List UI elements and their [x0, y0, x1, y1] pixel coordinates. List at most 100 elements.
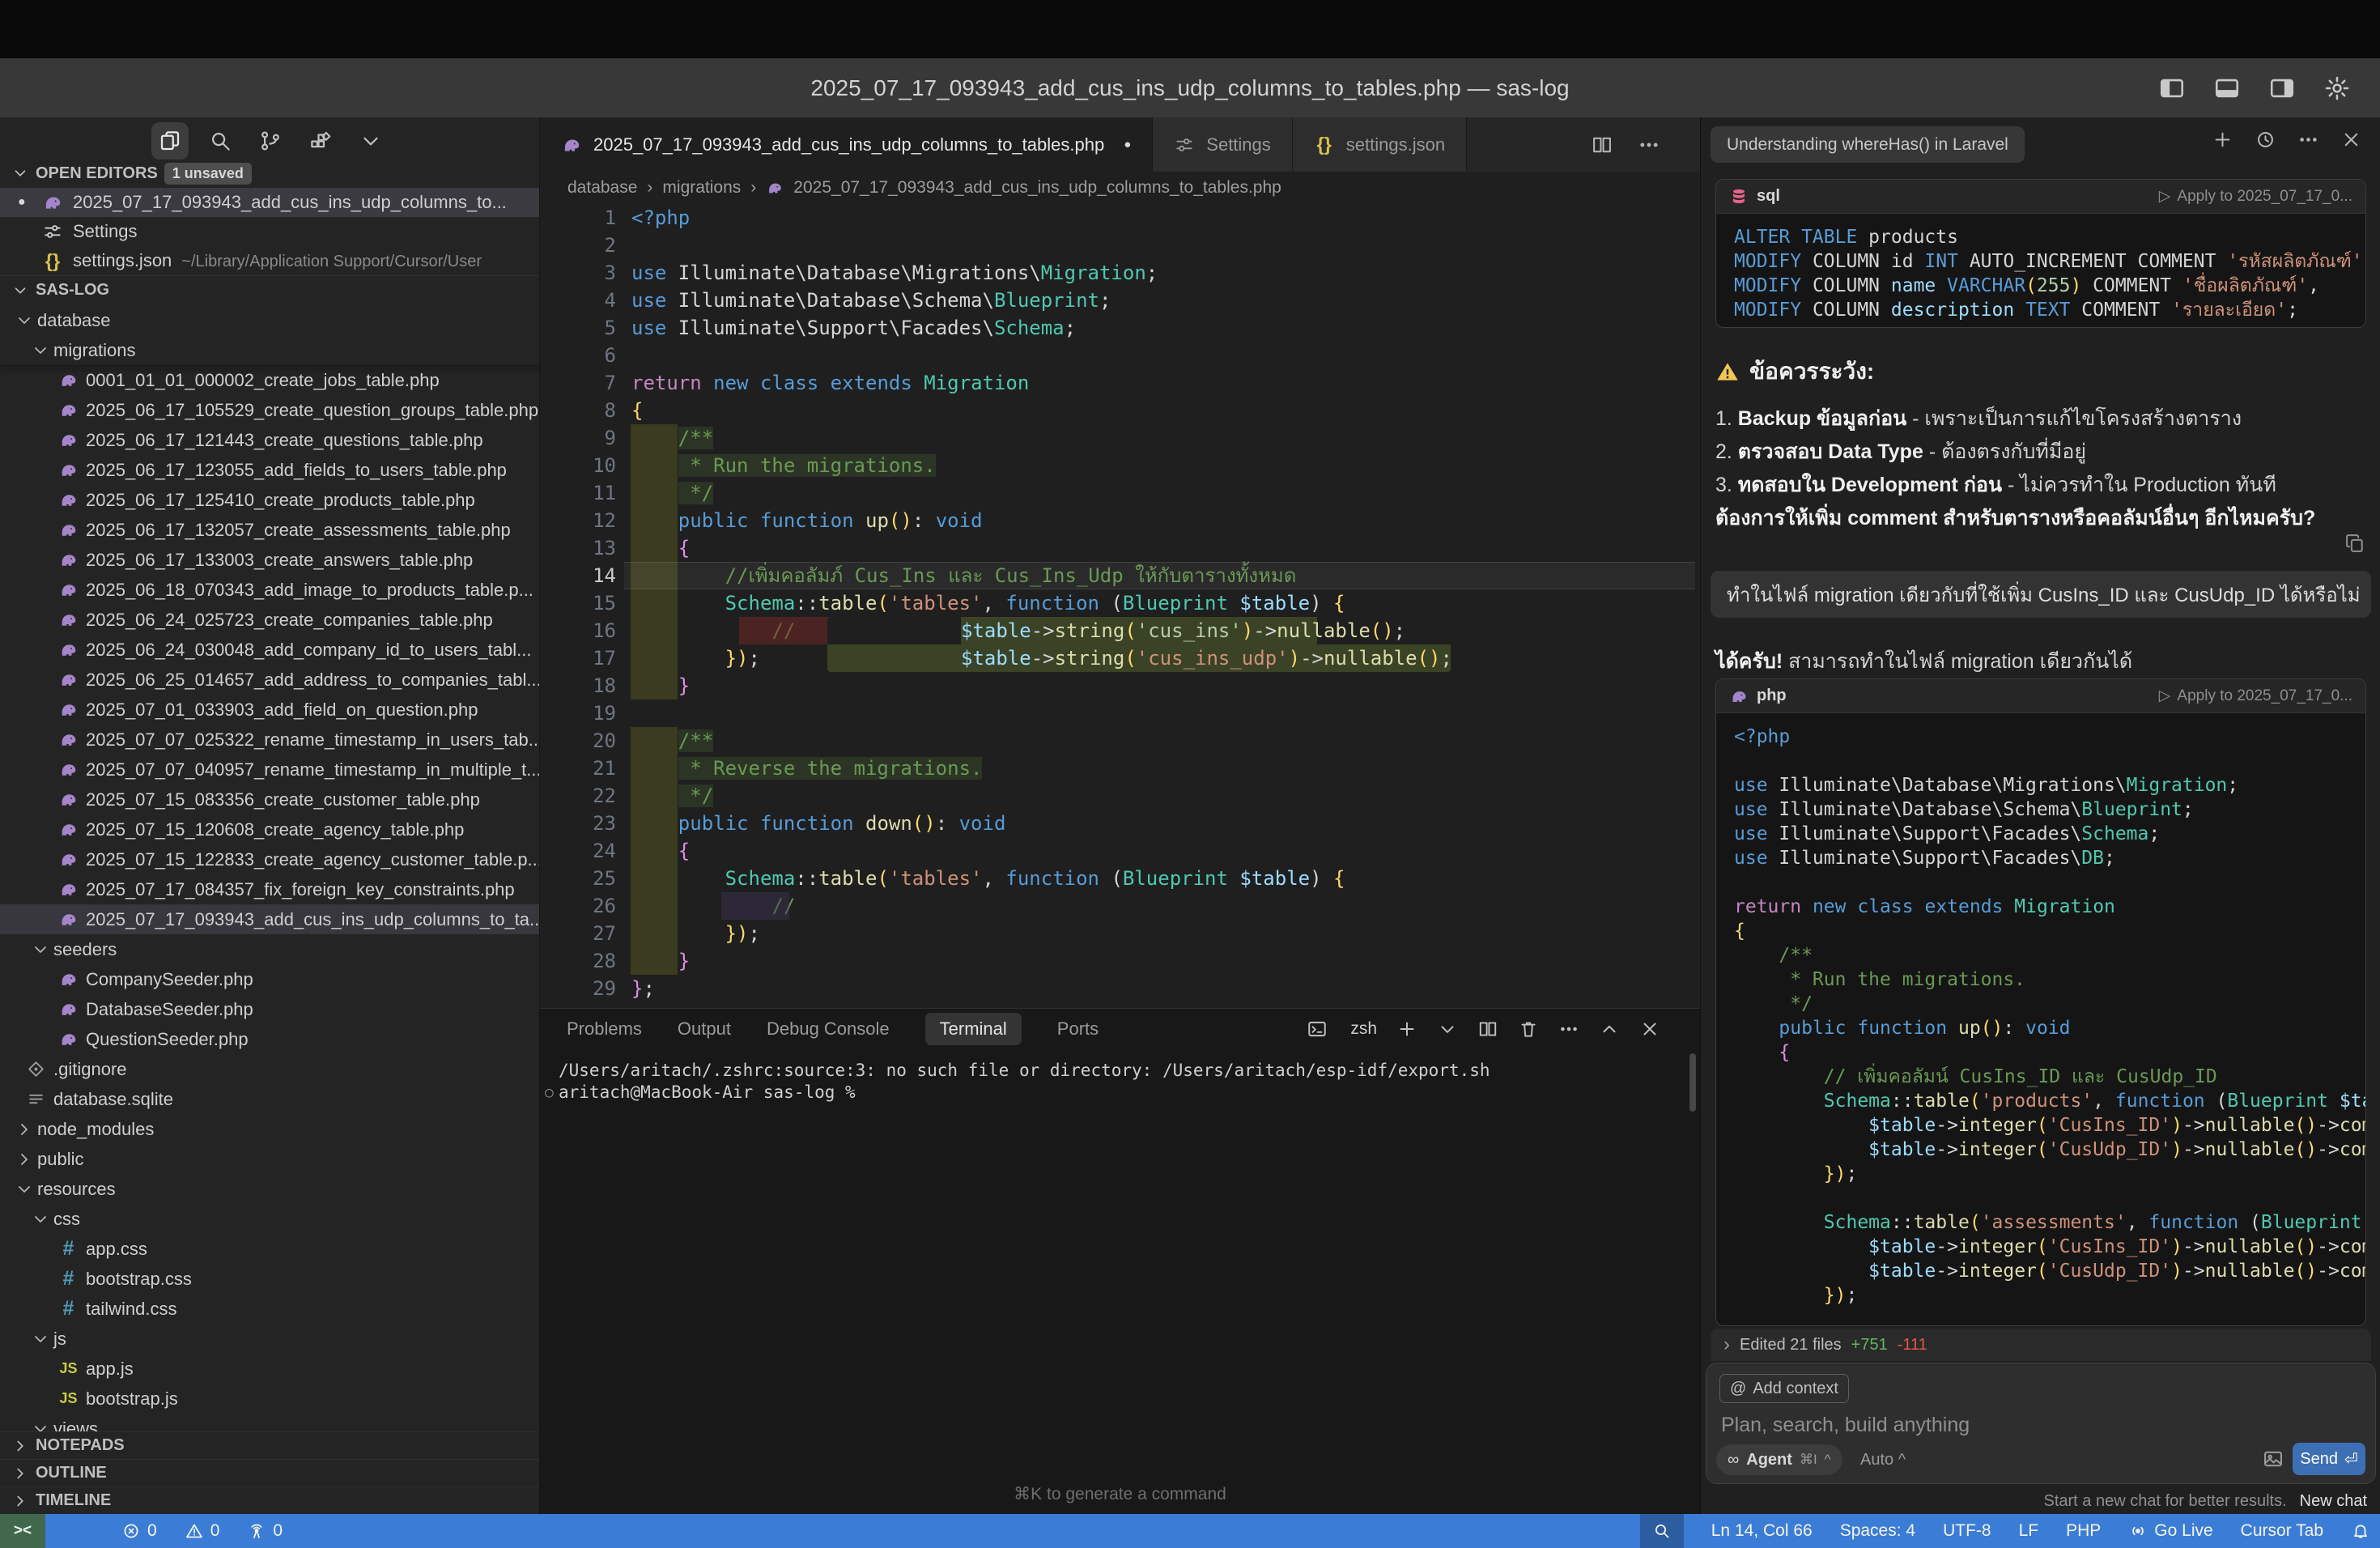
tree-file-2025_07_07_025322_rename_timestamp_in_users_tab...[interactable]: 2025_07_07_025322_rename_timestamp_in_us…	[0, 725, 540, 755]
tree-file-database.sqlite[interactable]: database.sqlite	[0, 1084, 540, 1114]
add-context-button[interactable]: @Add context	[1719, 1374, 1849, 1403]
split-terminal-icon[interactable]	[1477, 1019, 1498, 1040]
tree-file-app.js[interactable]: JSapp.js	[0, 1354, 540, 1384]
tree-file-2025_07_15_120608_create_agency_table.php[interactable]: 2025_07_15_120608_create_agency_table.ph…	[0, 814, 540, 844]
breadcrumb[interactable]: database›migrations›2025_07_17_093943_ad…	[540, 172, 1700, 204]
tab-settings.json[interactable]: {}settings.json	[1293, 117, 1467, 172]
tree-file-2025_06_17_133003_create_answers_table.php[interactable]: 2025_06_17_133003_create_answers_table.p…	[0, 545, 540, 575]
agent-mode-selector[interactable]: ∞Agent⌘I^	[1716, 1444, 1842, 1475]
tree-file-bootstrap.css[interactable]: #bootstrap.css	[0, 1264, 540, 1294]
chat-input-placeholder[interactable]: Plan, search, build anything	[1721, 1414, 1970, 1437]
status-item-cursor-tab[interactable]: Cursor Tab	[2241, 1521, 2323, 1541]
terminal-dropdown-icon[interactable]	[1437, 1019, 1458, 1040]
new-chat-icon[interactable]	[2212, 129, 2233, 151]
terminal-scrollbar[interactable]	[1689, 1053, 1696, 1112]
tree-file-2025_07_17_084357_fix_foreign_key_constraints.php[interactable]: 2025_07_17_084357_fix_foreign_key_constr…	[0, 874, 540, 904]
activity-search-button[interactable]	[202, 122, 239, 159]
toggle-panel-icon[interactable]	[2213, 74, 2241, 102]
tree-file-2025_07_07_040957_rename_timestamp_in_multiple_t...[interactable]: 2025_07_07_040957_rename_timestamp_in_mu…	[0, 755, 540, 785]
open-editor-item[interactable]: ●2025_07_17_093943_add_cus_ins_udp_colum…	[0, 188, 540, 217]
new-chat-button[interactable]: New chat	[2300, 1492, 2367, 1510]
breadcrumb-file[interactable]: 2025_07_17_093943_add_cus_ins_udp_column…	[793, 178, 1281, 198]
status-item-spaces-4[interactable]: Spaces: 4	[1840, 1521, 1915, 1541]
tree-folder-database[interactable]: database	[0, 305, 540, 335]
tree-file-bootstrap.js[interactable]: JSbootstrap.js	[0, 1384, 540, 1414]
tree-file-2025_06_17_125410_create_products_table.php[interactable]: 2025_06_17_125410_create_products_table.…	[0, 485, 540, 515]
tree-folder-css[interactable]: css	[0, 1204, 540, 1234]
tree-file-2025_07_01_033903_add_field_on_question.php[interactable]: 2025_07_01_033903_add_field_on_question.…	[0, 695, 540, 725]
apply-button[interactable]: ▷Apply to 2025_07_17_0...	[2159, 187, 2352, 206]
search-status-box[interactable]	[1640, 1514, 1684, 1548]
settings-gear-icon[interactable]	[2323, 74, 2351, 102]
tree-folder-node_modules[interactable]: node_modules	[0, 1114, 540, 1144]
copy-icon[interactable]	[2344, 532, 2366, 555]
expand-chevron[interactable]: ›	[1723, 1333, 1730, 1356]
chat-history-icon[interactable]	[2255, 129, 2276, 151]
model-selector[interactable]: Auto ^	[1860, 1451, 1906, 1469]
activity-extensions-button[interactable]	[302, 122, 339, 159]
problems-status[interactable]: 000	[121, 1514, 283, 1548]
panel-tab-terminal[interactable]: Terminal	[925, 1013, 1022, 1045]
toggle-sidebar-icon[interactable]	[2158, 74, 2186, 102]
activity-chevron-down-button[interactable]	[352, 122, 389, 159]
code-editor[interactable]: 1<?php23use Illuminate\Database\Migratio…	[540, 204, 1700, 1008]
status-item-php[interactable]: PHP	[2066, 1521, 2101, 1541]
tree-file-2025_06_25_014657_add_address_to_companies_tabl...[interactable]: 2025_06_25_014657_add_address_to_compani…	[0, 665, 540, 695]
tree-file-2025_07_17_093943_add_cus_ins_udp_columns_to_ta...[interactable]: 2025_07_17_093943_add_cus_ins_udp_column…	[0, 904, 540, 934]
panel-tab-output[interactable]: Output	[678, 1019, 731, 1040]
activity-files-button[interactable]	[151, 122, 189, 159]
panel-tab-problems[interactable]: Problems	[567, 1019, 642, 1040]
tree-folder-views[interactable]: views	[0, 1414, 540, 1431]
tree-file-CompanySeeder.php[interactable]: CompanySeeder.php	[0, 964, 540, 994]
section-notepads[interactable]: NOTEPADS	[0, 1431, 540, 1459]
status-item-ln-14-col-66[interactable]: Ln 14, Col 66	[1711, 1521, 1813, 1541]
remote-indicator[interactable]: ><	[0, 1514, 45, 1548]
tree-file-2025_07_15_122833_create_agency_customer_table.p...[interactable]: 2025_07_15_122833_create_agency_customer…	[0, 844, 540, 874]
chat-composer[interactable]: @Add context Plan, search, build anythin…	[1706, 1363, 2376, 1484]
split-editor-icon[interactable]	[1591, 134, 1613, 156]
close-chat-icon[interactable]	[2340, 129, 2362, 151]
send-button[interactable]: Send⏎	[2293, 1443, 2365, 1475]
edited-files-bar[interactable]: ›Edited 21 files+751-111	[1711, 1329, 2371, 1361]
status-item-utf-8[interactable]: UTF-8	[1943, 1521, 1991, 1541]
breadcrumb-item[interactable]: migrations	[662, 178, 741, 198]
open-editor-item[interactable]: {}settings.json~/Library/Application Sup…	[0, 246, 540, 275]
tree-folder-resources[interactable]: resources	[0, 1174, 540, 1204]
panel-more-icon[interactable]	[1558, 1019, 1579, 1040]
tree-file-2025_06_17_132057_create_assessments_table.php[interactable]: 2025_06_17_132057_create_assessments_tab…	[0, 515, 540, 545]
status-item-go-live[interactable]: Go Live	[2128, 1521, 2212, 1541]
status-item-lf[interactable]: LF	[2019, 1521, 2039, 1541]
tree-file-QuestionSeeder.php[interactable]: QuestionSeeder.php	[0, 1024, 540, 1054]
chat-more-icon[interactable]	[2297, 129, 2319, 151]
close-panel-icon[interactable]	[1639, 1019, 1660, 1040]
tree-folder-js[interactable]: js	[0, 1324, 540, 1354]
open-editors-header[interactable]: OPEN EDITORS1 unsaved	[0, 159, 540, 188]
tree-file-2025_06_17_105529_create_question_groups_table.php[interactable]: 2025_06_17_105529_create_question_groups…	[0, 395, 540, 425]
chat-tab[interactable]: Understanding whereHas() in Laravel	[1711, 126, 2025, 163]
tab-Settings[interactable]: Settings	[1153, 117, 1293, 172]
tree-folder-migrations[interactable]: migrations	[0, 335, 540, 365]
tree-file-app.css[interactable]: #app.css	[0, 1234, 540, 1264]
maximize-panel-icon[interactable]	[1599, 1019, 1620, 1040]
image-attach-icon[interactable]	[2262, 1448, 2284, 1470]
tree-file-DatabaseSeeder.php[interactable]: DatabaseSeeder.php	[0, 994, 540, 1024]
panel-tab-ports[interactable]: Ports	[1057, 1019, 1099, 1040]
panel-tab-debug-console[interactable]: Debug Console	[767, 1019, 890, 1040]
tree-file-tailwind.css[interactable]: #tailwind.css	[0, 1294, 540, 1324]
new-terminal-icon[interactable]	[1396, 1019, 1417, 1040]
tab-2025_07_17_093943_add_cus_ins_udp_columns_to_tables.php[interactable]: 2025_07_17_093943_add_cus_ins_udp_column…	[540, 117, 1153, 172]
more-actions-icon[interactable]	[1638, 134, 1660, 156]
breadcrumb-item[interactable]: database	[567, 178, 637, 198]
tree-file-2025_06_24_025723_create_companies_table.php[interactable]: 2025_06_24_025723_create_companies_table…	[0, 605, 540, 635]
section-outline[interactable]: OUTLINE	[0, 1459, 540, 1486]
tree-file-2025_07_15_083356_create_customer_table.php[interactable]: 2025_07_15_083356_create_customer_table.…	[0, 785, 540, 814]
tree-file-2025_06_17_121443_create_questions_table.php[interactable]: 2025_06_17_121443_create_questions_table…	[0, 425, 540, 455]
tree-file-.gitignore[interactable]: .gitignore	[0, 1054, 540, 1084]
activity-source-control-button[interactable]	[252, 122, 289, 159]
tree-file-0001_01_01_000002_create_jobs_table.php[interactable]: 0001_01_01_000002_create_jobs_table.php	[0, 365, 540, 395]
toggle-secondary-sidebar-icon[interactable]	[2268, 74, 2296, 102]
tree-folder-seeders[interactable]: seeders	[0, 934, 540, 964]
kill-terminal-icon[interactable]	[1518, 1019, 1539, 1040]
tree-folder-public[interactable]: public	[0, 1144, 540, 1174]
tree-file-2025_06_17_123055_add_fields_to_users_table.php[interactable]: 2025_06_17_123055_add_fields_to_users_ta…	[0, 455, 540, 485]
